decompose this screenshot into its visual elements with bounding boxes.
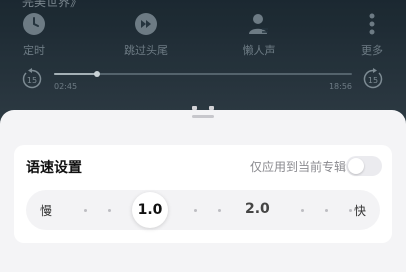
more-button[interactable]: 更多: [342, 12, 402, 58]
rewind-15-icon[interactable]: 15: [21, 68, 43, 90]
skip-intro-label: 跳过头尾: [124, 44, 168, 57]
fast-label: 快: [353, 204, 366, 218]
more-label: 更多: [361, 44, 383, 57]
rewind-seconds: 15: [27, 76, 37, 85]
sheet-drag-handle[interactable]: [192, 115, 214, 118]
speed-mark-2x[interactable]: 2.0: [245, 201, 270, 217]
timer-button[interactable]: 定时: [4, 12, 64, 58]
apply-current-album-label: 仅应用到当前专辑: [249, 160, 346, 174]
voice-person-icon: [249, 14, 268, 34]
forward-15-icon[interactable]: 15: [362, 68, 384, 90]
album-title: 完美世界》: [22, 0, 83, 9]
progress-row: 15 02:45 18:56 15: [0, 64, 406, 96]
clock-icon: [23, 13, 45, 35]
more-vertical-icon: [369, 13, 375, 35]
total-time: 18:56: [328, 82, 352, 91]
skip-intro-button[interactable]: 跳过头尾: [116, 12, 176, 58]
skip-intro-icon: [135, 13, 157, 35]
progress-knob[interactable]: [94, 71, 100, 77]
speed-tick[interactable]: [108, 209, 111, 212]
toggle-knob: [348, 158, 364, 174]
elapsed-time: 02:45: [54, 82, 78, 91]
speed-tick[interactable]: [301, 209, 304, 212]
speed-settings-card: 语速设置 仅应用到当前专辑 慢 1.0 2.0 快: [14, 145, 392, 243]
timer-label: 定时: [23, 44, 45, 57]
speed-tick[interactable]: [84, 209, 87, 212]
voice-label: 懒人声: [242, 44, 276, 57]
slow-label: 慢: [40, 204, 53, 218]
voice-button[interactable]: 懒人声: [229, 12, 289, 58]
collapse-chevron-icon[interactable]: [192, 106, 214, 112]
speed-tick[interactable]: [349, 209, 352, 212]
speed-tick[interactable]: [325, 209, 328, 212]
speed-settings-title: 语速设置: [26, 160, 82, 176]
progress-fill: [54, 73, 97, 75]
speed-slider-thumb[interactable]: 1.0: [132, 192, 168, 228]
progress-track[interactable]: [54, 71, 352, 77]
speed-tick[interactable]: [218, 209, 221, 212]
forward-seconds: 15: [368, 76, 378, 85]
speed-tick[interactable]: [194, 209, 197, 212]
apply-current-album-toggle[interactable]: [346, 156, 382, 176]
selected-speed-value: 1.0: [137, 202, 163, 218]
speed-slider[interactable]: 慢 1.0 2.0 快: [26, 190, 380, 230]
